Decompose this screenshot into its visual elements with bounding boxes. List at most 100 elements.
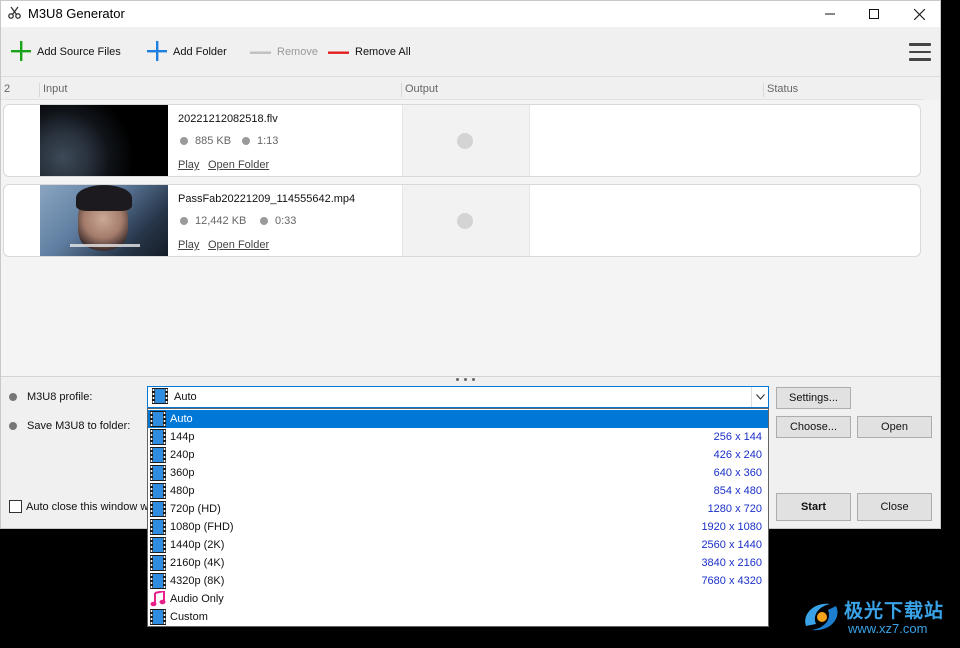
- minus-red-icon: [328, 46, 349, 58]
- profile-option-resolution: 7680 x 4320: [701, 575, 762, 587]
- file-name: PassFab20221209_114555642.mp4: [178, 193, 356, 205]
- file-count: 2: [4, 83, 11, 95]
- profile-option[interactable]: 2160p (4K) 3840 x 2160: [148, 554, 768, 572]
- output-status-circle-icon: [457, 133, 473, 149]
- settings-button[interactable]: Settings...: [776, 387, 851, 409]
- profile-option-resolution: 640 x 360: [713, 467, 762, 479]
- film-icon: [152, 387, 168, 407]
- profile-option[interactable]: 360p 640 x 360: [148, 464, 768, 482]
- profile-option-label: 360p: [170, 467, 195, 479]
- title-bar: M3U8 Generator: [1, 1, 940, 27]
- file-list: 20221212082518.flv 885 KB 1:13 Play Open…: [1, 100, 940, 376]
- profile-option-label: Auto: [170, 413, 193, 425]
- duration-dot-icon: [242, 137, 250, 145]
- list-header: 2 Input Output Status: [1, 78, 923, 100]
- column-header-status[interactable]: Status: [763, 83, 923, 97]
- watermark-title: 极光下载站: [844, 600, 945, 622]
- profile-option-label: 2160p (4K): [170, 557, 225, 569]
- profile-select[interactable]: Auto: [147, 386, 769, 408]
- add-source-files-button[interactable]: Add Source Files: [11, 40, 121, 64]
- profile-option[interactable]: 720p (HD) 1280 x 720: [148, 500, 768, 518]
- video-thumbnail: [40, 185, 168, 256]
- plus-green-icon: [11, 40, 31, 64]
- file-duration-value: 0:33: [275, 215, 297, 227]
- profile-select-value: Auto: [174, 391, 197, 403]
- file-duration: 1:13: [242, 135, 278, 147]
- close-icon: [913, 8, 925, 20]
- profile-option[interactable]: Audio Only: [148, 589, 768, 608]
- minus-gray-icon: [250, 46, 271, 58]
- remove-all-button[interactable]: Remove All: [328, 40, 411, 64]
- play-link[interactable]: Play: [178, 239, 199, 251]
- profile-label-text: M3U8 profile:: [27, 391, 93, 403]
- bullet-icon: [9, 393, 17, 401]
- add-folder-label: Add Folder: [173, 46, 227, 58]
- start-button[interactable]: Start: [776, 493, 851, 521]
- profile-option-label: 480p: [170, 485, 195, 497]
- chevron-down-icon[interactable]: [751, 387, 768, 407]
- close-button[interactable]: Close: [857, 493, 932, 521]
- open-folder-link[interactable]: Open Folder: [208, 239, 269, 251]
- remove-button[interactable]: Remove: [250, 40, 318, 64]
- file-card[interactable]: PassFab20221209_114555642.mp4 12,442 KB …: [3, 184, 921, 257]
- file-size-value: 12,442 KB: [195, 215, 247, 227]
- profile-option-label: Audio Only: [170, 593, 224, 605]
- bullet-icon: [9, 422, 17, 430]
- save-folder-label-text: Save M3U8 to folder:: [27, 420, 131, 432]
- size-dot-icon: [180, 217, 188, 225]
- choose-button[interactable]: Choose...: [776, 416, 851, 438]
- open-button[interactable]: Open: [857, 416, 932, 438]
- profile-option-resolution: 1280 x 720: [707, 503, 762, 515]
- watermark: 极光下载站 www.xz7.com: [800, 594, 952, 640]
- profile-option[interactable]: Auto: [148, 410, 768, 428]
- plus-blue-icon: [147, 40, 167, 64]
- output-status-circle-icon: [457, 213, 473, 229]
- output-cell: [402, 105, 530, 176]
- profile-option[interactable]: Custom: [148, 608, 768, 626]
- profile-option[interactable]: 4320p (8K) 7680 x 4320: [148, 572, 768, 590]
- profile-option-label: 1440p (2K): [170, 539, 225, 551]
- save-folder-label: Save M3U8 to folder:: [9, 420, 130, 432]
- profile-option[interactable]: 144p 256 x 144: [148, 428, 768, 446]
- profile-option-resolution: 854 x 480: [713, 485, 762, 497]
- profile-option[interactable]: 480p 854 x 480: [148, 482, 768, 500]
- profile-option-label: 4320p (8K): [170, 575, 225, 587]
- play-link[interactable]: Play: [178, 159, 199, 171]
- column-header-output[interactable]: Output: [401, 83, 763, 97]
- maximize-icon: [869, 9, 879, 19]
- profile-option-label: 720p (HD): [170, 503, 221, 515]
- profile-option[interactable]: 1440p (2K) 2560 x 1440: [148, 536, 768, 554]
- profile-option[interactable]: 1080p (FHD) 1920 x 1080: [148, 518, 768, 536]
- file-size: 885 KB: [180, 135, 231, 147]
- splitter-handle[interactable]: [456, 378, 475, 381]
- file-card[interactable]: 20221212082518.flv 885 KB 1:13 Play Open…: [3, 104, 921, 177]
- film-icon: [150, 609, 166, 628]
- profile-option-resolution: 3840 x 2160: [701, 557, 762, 569]
- video-thumbnail: [40, 105, 168, 176]
- auto-close-checkbox[interactable]: [9, 500, 22, 513]
- column-header-input[interactable]: Input: [39, 83, 399, 97]
- hamburger-menu-icon[interactable]: [909, 43, 931, 61]
- maximize-button[interactable]: [851, 1, 897, 27]
- file-duration-value: 1:13: [257, 135, 279, 147]
- scissors-app-icon: [8, 6, 21, 19]
- minimize-icon: [825, 13, 835, 15]
- profile-option-resolution: 2560 x 1440: [701, 539, 762, 551]
- profile-option-resolution: 1920 x 1080: [701, 521, 762, 533]
- profile-option-resolution: 426 x 240: [713, 449, 762, 461]
- file-duration: 0:33: [260, 215, 296, 227]
- minimize-button[interactable]: [807, 1, 853, 27]
- profile-option-label: Custom: [170, 611, 208, 623]
- remove-all-label: Remove All: [355, 46, 411, 58]
- profile-label: M3U8 profile:: [9, 391, 92, 403]
- file-size: 12,442 KB: [180, 215, 246, 227]
- open-folder-link[interactable]: Open Folder: [208, 159, 269, 171]
- auto-close-checkbox-row[interactable]: Auto close this window wh: [9, 500, 154, 513]
- remove-label: Remove: [277, 46, 318, 58]
- window-title: M3U8 Generator: [28, 6, 125, 21]
- close-window-button[interactable]: [896, 1, 940, 27]
- output-cell: [402, 185, 530, 256]
- watermark-url: www.xz7.com: [848, 621, 928, 636]
- add-folder-button[interactable]: Add Folder: [147, 40, 227, 64]
- profile-option[interactable]: 240p 426 x 240: [148, 446, 768, 464]
